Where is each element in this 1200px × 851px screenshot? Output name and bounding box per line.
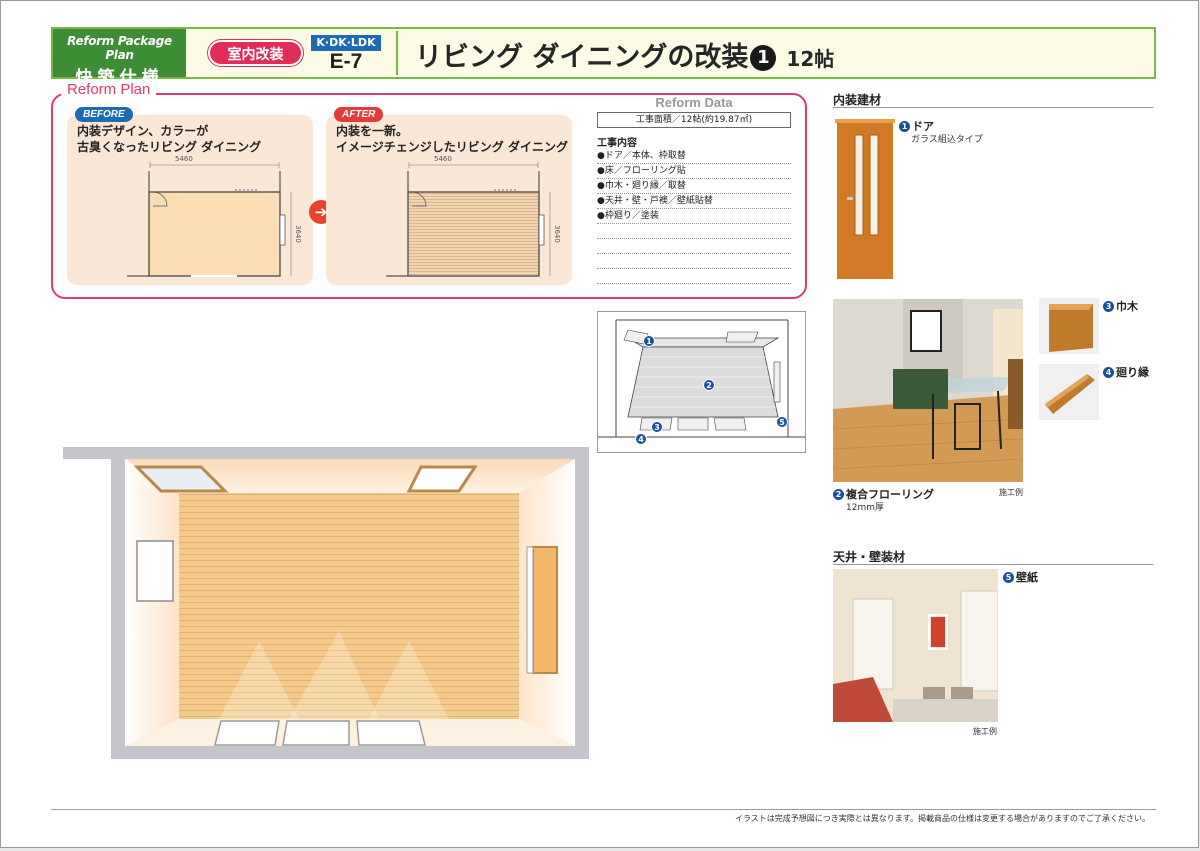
after-line-1: 内装を一新。 — [336, 124, 409, 138]
plan-code: E-7 — [329, 50, 363, 73]
baseboard-number-badge: 3 — [1103, 301, 1114, 312]
after-card: AFTER 内装を一新。 イメージチェンジしたリビング ダイニング 5460 3… — [326, 107, 572, 285]
work-contents-heading: 工事内容 — [597, 138, 637, 149]
work-item-blank — [597, 239, 791, 254]
ceiling-wall-heading: 天井・壁装材 — [833, 550, 906, 564]
work-area: 工事面積／12帖(約19.87㎡) — [597, 112, 791, 128]
category-pill: 室内改装 — [208, 40, 303, 66]
footer-rule — [51, 809, 1156, 810]
work-item-blank — [597, 224, 791, 239]
work-item-blank — [597, 254, 791, 269]
door-number-badge: 1 — [899, 121, 910, 132]
flooring-photo — [833, 299, 1023, 482]
door-subcaption: ガラス組込タイプ — [911, 135, 983, 145]
room-size: 12帖 — [786, 47, 835, 71]
work-item: ●床／フローリング貼 — [597, 164, 791, 179]
flooring-number-badge: 2 — [833, 489, 844, 500]
header-divider — [396, 31, 398, 75]
key-badge-flooring: 2 — [703, 379, 715, 391]
title-number-badge: 1 — [750, 45, 777, 71]
key-badge-molding: 4 — [635, 433, 647, 445]
baseboard-name: 巾木 — [1116, 300, 1138, 313]
baseboard-photo — [1039, 298, 1099, 354]
key-badge-baseboard: 3 — [651, 421, 663, 433]
before-line-2: 古臭くなったリビング ダイニング — [77, 140, 262, 154]
wallpaper-photo — [833, 569, 998, 722]
page-title-text: リビング ダイニングの改装 — [415, 42, 749, 73]
before-width-dimension: 5460 — [175, 155, 193, 163]
room-type-label: K·DK·LDK — [311, 35, 381, 51]
work-item: ●ドア／本体、枠取替 — [597, 149, 791, 164]
ceiling-wall-rule — [833, 564, 1153, 565]
page: Reform Package Plan 快築仕様 室内改装 K·DK·LDK E… — [0, 0, 1199, 848]
before-line-1: 内装デザイン、カラーが — [77, 124, 209, 138]
key-badge-wallpaper: 5 — [776, 416, 788, 428]
before-floor-plan: 5460 3640 — [127, 155, 302, 277]
before-tag: BEFORE — [75, 107, 133, 122]
page-header: Reform Package Plan 快築仕様 室内改装 K·DK·LDK E… — [51, 27, 1156, 88]
wallpaper-caption: 5 壁紙 — [1003, 569, 1038, 585]
after-depth-dimension: 3640 — [553, 225, 561, 243]
room-illustration — [39, 411, 595, 773]
before-card: BEFORE 内装デザイン、カラーが 古臭くなったリビング ダイニング 5460… — [67, 107, 313, 285]
work-item: ●巾木・廻り縁／取替 — [597, 179, 791, 194]
wallpaper-number-badge: 5 — [1003, 572, 1014, 583]
door-photo — [833, 117, 895, 279]
key-badge-door: 1 — [643, 335, 655, 347]
molding-caption: 4 廻り縁 — [1103, 364, 1149, 380]
baseboard-caption: 3 巾木 — [1103, 298, 1138, 314]
key-room-sketch — [598, 312, 805, 452]
flooring-example-note: 施工例 — [999, 488, 1023, 497]
molding-number-badge: 4 — [1103, 367, 1114, 378]
reform-data-heading: Reform Data — [655, 95, 733, 110]
molding-name: 廻り縁 — [1116, 366, 1149, 379]
before-depth-dimension: 3640 — [294, 225, 302, 243]
work-item: ●枠廻り／塗装 — [597, 209, 791, 224]
wallpaper-example-note: 施工例 — [973, 727, 997, 736]
footer-disclaimer: イラストは完成予想図につき実際とは異なります。掲載商品の仕様は変更する場合があり… — [734, 814, 1150, 823]
after-tag: AFTER — [334, 107, 384, 122]
before-description: 内装デザイン、カラーが 古臭くなったリビング ダイニング — [77, 123, 313, 155]
key-diagram: 1 2 3 4 5 — [597, 311, 806, 453]
interior-materials-rule — [833, 107, 1153, 108]
flooring-subcaption: 12mm厚 — [846, 503, 884, 513]
brand-block: Reform Package Plan 快築仕様 — [53, 29, 186, 88]
reform-plan-label: Reform Plan — [61, 81, 157, 98]
after-floor-plan: 5460 3640 — [386, 155, 561, 277]
interior-materials-heading: 内装建材 — [833, 93, 882, 107]
after-line-2: イメージチェンジしたリビング ダイニング — [336, 140, 568, 154]
work-item-blank — [597, 269, 791, 284]
after-width-dimension: 5460 — [434, 155, 452, 163]
brand-english: Reform Package Plan — [67, 34, 172, 62]
molding-photo — [1039, 364, 1099, 420]
page-title: リビング ダイニングの改装 1 12帖 — [415, 35, 834, 74]
work-item: ●天井・壁・戸襖／壁紙貼替 — [597, 194, 791, 209]
reform-data-panel: Reform Data 工事面積／12帖(約19.87㎡) 工事内容 ●ドア／本… — [597, 95, 791, 284]
plan-code-block: K·DK·LDK E-7 — [311, 35, 381, 73]
wallpaper-name: 壁紙 — [1016, 571, 1038, 584]
after-description: 内装を一新。 イメージチェンジしたリビング ダイニング — [336, 123, 572, 155]
